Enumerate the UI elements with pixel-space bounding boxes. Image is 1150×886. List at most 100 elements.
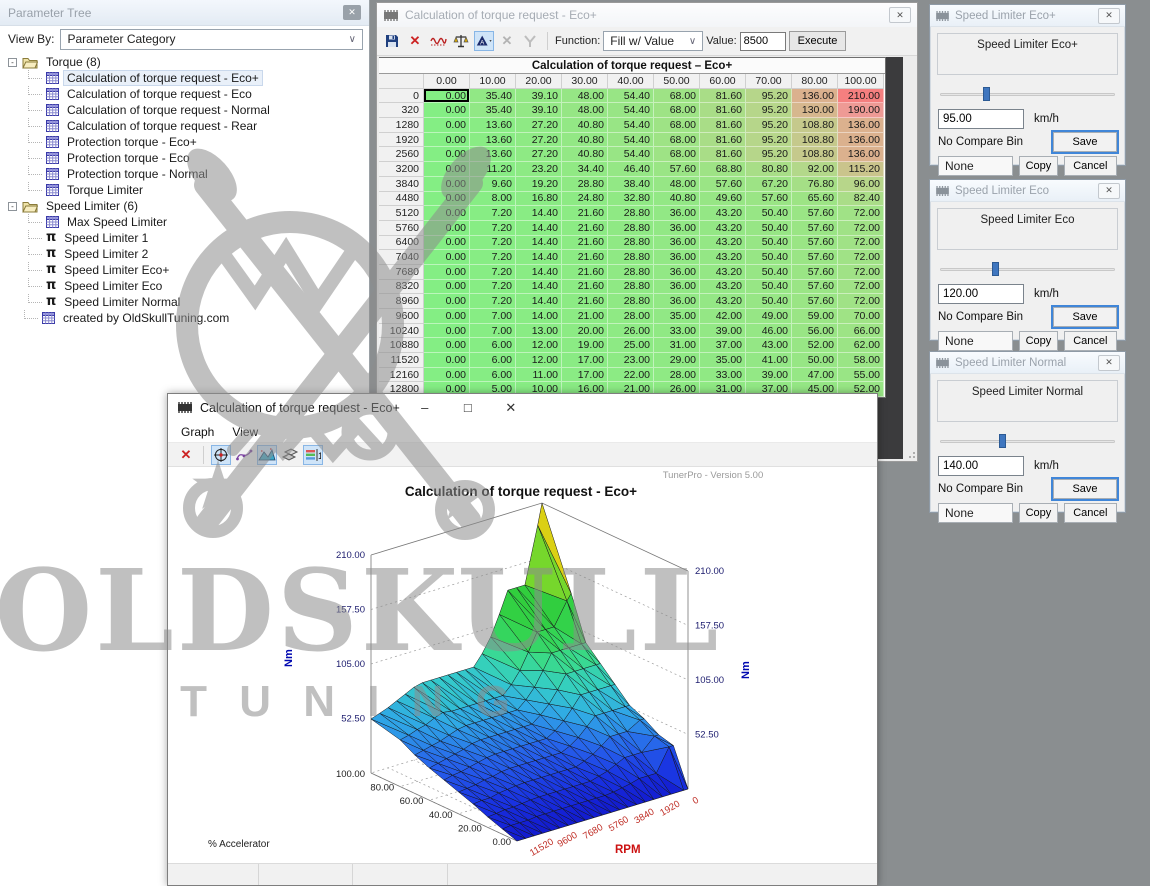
table-cell[interactable]: 14.40 (516, 294, 562, 309)
table-cell[interactable]: 57.60 (654, 162, 700, 177)
copy-button[interactable]: Copy (1019, 331, 1057, 351)
table-cell[interactable]: 57.60 (792, 236, 838, 251)
table-cell[interactable]: 35.00 (700, 353, 746, 368)
table-cell[interactable]: 33.00 (700, 368, 746, 383)
row-header[interactable]: 10240 (379, 324, 424, 339)
row-header[interactable]: 1280 (379, 118, 424, 133)
table-cell[interactable]: 21.60 (562, 236, 608, 251)
column-header[interactable]: 20.00 (516, 74, 562, 89)
table-cell[interactable]: 52.00 (792, 338, 838, 353)
window-titlebar[interactable]: Calculation of torque request - Eco+ ✕ (377, 3, 917, 27)
table-cell[interactable]: 28.80 (608, 206, 654, 221)
table-cell[interactable]: 12.00 (516, 353, 562, 368)
table-cell[interactable]: 27.20 (516, 118, 562, 133)
table-cell[interactable]: 50.40 (746, 221, 792, 236)
tree-item[interactable]: Protection torque - Eco+ (0, 134, 369, 150)
table-cell[interactable]: 65.60 (792, 192, 838, 207)
table-cell[interactable]: 34.40 (562, 162, 608, 177)
table-cell[interactable]: 136.00 (838, 133, 884, 148)
table-cell[interactable]: 6.00 (470, 368, 516, 383)
table-cell[interactable]: 80.80 (746, 162, 792, 177)
table-cell[interactable]: 7.20 (470, 280, 516, 295)
table-cell[interactable]: 28.80 (608, 250, 654, 265)
table-cell[interactable]: 42.00 (700, 309, 746, 324)
table-cell[interactable]: 24.80 (562, 192, 608, 207)
table-cell[interactable]: 35.00 (654, 309, 700, 324)
column-header[interactable]: 80.00 (792, 74, 838, 89)
speed-value-input[interactable] (938, 456, 1024, 476)
compare-bin-select[interactable]: None (938, 331, 1013, 351)
row-header[interactable]: 7040 (379, 250, 424, 265)
table-cell[interactable]: 13.60 (470, 147, 516, 162)
row-header[interactable]: 5120 (379, 206, 424, 221)
scales-icon[interactable] (451, 31, 471, 51)
table-cell[interactable]: 54.40 (608, 133, 654, 148)
table-cell[interactable]: 67.20 (746, 177, 792, 192)
slider-thumb[interactable] (999, 434, 1006, 448)
table-cell[interactable]: 57.60 (792, 250, 838, 265)
copy-button[interactable]: Copy (1019, 156, 1057, 176)
table-cell[interactable]: 35.40 (470, 103, 516, 118)
table-cell[interactable]: 28.80 (608, 221, 654, 236)
column-header[interactable]: 100.00 (838, 74, 884, 89)
table-cell[interactable]: 72.00 (838, 294, 884, 309)
table-cell[interactable]: 40.80 (562, 133, 608, 148)
speed-value-input[interactable] (938, 284, 1024, 304)
tree-item[interactable]: Protection torque - Normal (0, 166, 369, 182)
row-header[interactable]: 320 (379, 103, 424, 118)
table-cell[interactable]: 21.60 (562, 250, 608, 265)
table-cell[interactable]: 130.00 (792, 103, 838, 118)
tree-item[interactable]: πSpeed Limiter 2 (0, 246, 369, 262)
save-button[interactable]: Save (1053, 479, 1117, 499)
tree-item[interactable]: Protection torque - Eco (0, 150, 369, 166)
table-cell[interactable]: 0.00 (424, 133, 470, 148)
table-cell[interactable]: 0.00 (424, 368, 470, 383)
close-icon[interactable]: ✕ (1098, 183, 1120, 199)
table-cell[interactable]: 46.40 (608, 162, 654, 177)
table-cell[interactable]: 210.00 (838, 89, 884, 104)
menu-graph[interactable]: Graph (172, 425, 223, 439)
table-cell[interactable]: 46.00 (746, 324, 792, 339)
row-header[interactable]: 11520 (379, 353, 424, 368)
table-cell[interactable]: 54.40 (608, 103, 654, 118)
tree-item[interactable]: Calculation of torque request - Rear (0, 118, 369, 134)
table-cell[interactable]: 68.00 (654, 147, 700, 162)
table-cell[interactable]: 25.00 (608, 338, 654, 353)
table-cell[interactable]: 7.20 (470, 221, 516, 236)
table-cell[interactable]: 43.20 (700, 236, 746, 251)
table-cell[interactable]: 22.00 (608, 368, 654, 383)
table-cell[interactable]: 38.40 (608, 177, 654, 192)
table-cell[interactable]: 28.80 (562, 177, 608, 192)
row-header[interactable]: 4480 (379, 192, 424, 207)
table-cell[interactable]: 136.00 (792, 89, 838, 104)
slider-thumb[interactable] (983, 87, 990, 101)
table-cell[interactable]: 28.80 (608, 265, 654, 280)
table-cell[interactable]: 72.00 (838, 236, 884, 251)
collapse-toggle-icon[interactable]: - (8, 58, 17, 67)
table-cell[interactable]: 28.80 (608, 236, 654, 251)
table-cell[interactable]: 11.00 (516, 368, 562, 383)
table-cell[interactable]: 95.20 (746, 89, 792, 104)
table-cell[interactable]: 49.00 (746, 309, 792, 324)
tree-item[interactable]: πSpeed Limiter Normal (0, 294, 369, 310)
table-cell[interactable]: 76.80 (792, 177, 838, 192)
save-button[interactable]: Save (1053, 132, 1117, 152)
save-button[interactable]: Save (1053, 307, 1117, 327)
column-header[interactable]: 70.00 (746, 74, 792, 89)
legend-icon[interactable]: 1 (303, 445, 323, 465)
table-cell[interactable]: 13.60 (470, 133, 516, 148)
table-cell[interactable]: 136.00 (838, 147, 884, 162)
table-cell[interactable]: 96.00 (838, 177, 884, 192)
table-cell[interactable]: 41.00 (746, 353, 792, 368)
table-cell[interactable]: 47.00 (792, 368, 838, 383)
table-cell[interactable]: 43.20 (700, 280, 746, 295)
row-header[interactable]: 1920 (379, 133, 424, 148)
table-cell[interactable]: 0.00 (424, 206, 470, 221)
table-cell[interactable]: 19.20 (516, 177, 562, 192)
table-cell[interactable]: 54.40 (608, 118, 654, 133)
collapse-toggle-icon[interactable]: - (8, 202, 17, 211)
table-cell[interactable]: 0.00 (424, 177, 470, 192)
table-cell[interactable]: 54.40 (608, 89, 654, 104)
tree-folder[interactable]: -Speed Limiter (6) (0, 198, 369, 214)
table-cell[interactable]: 0.00 (424, 192, 470, 207)
